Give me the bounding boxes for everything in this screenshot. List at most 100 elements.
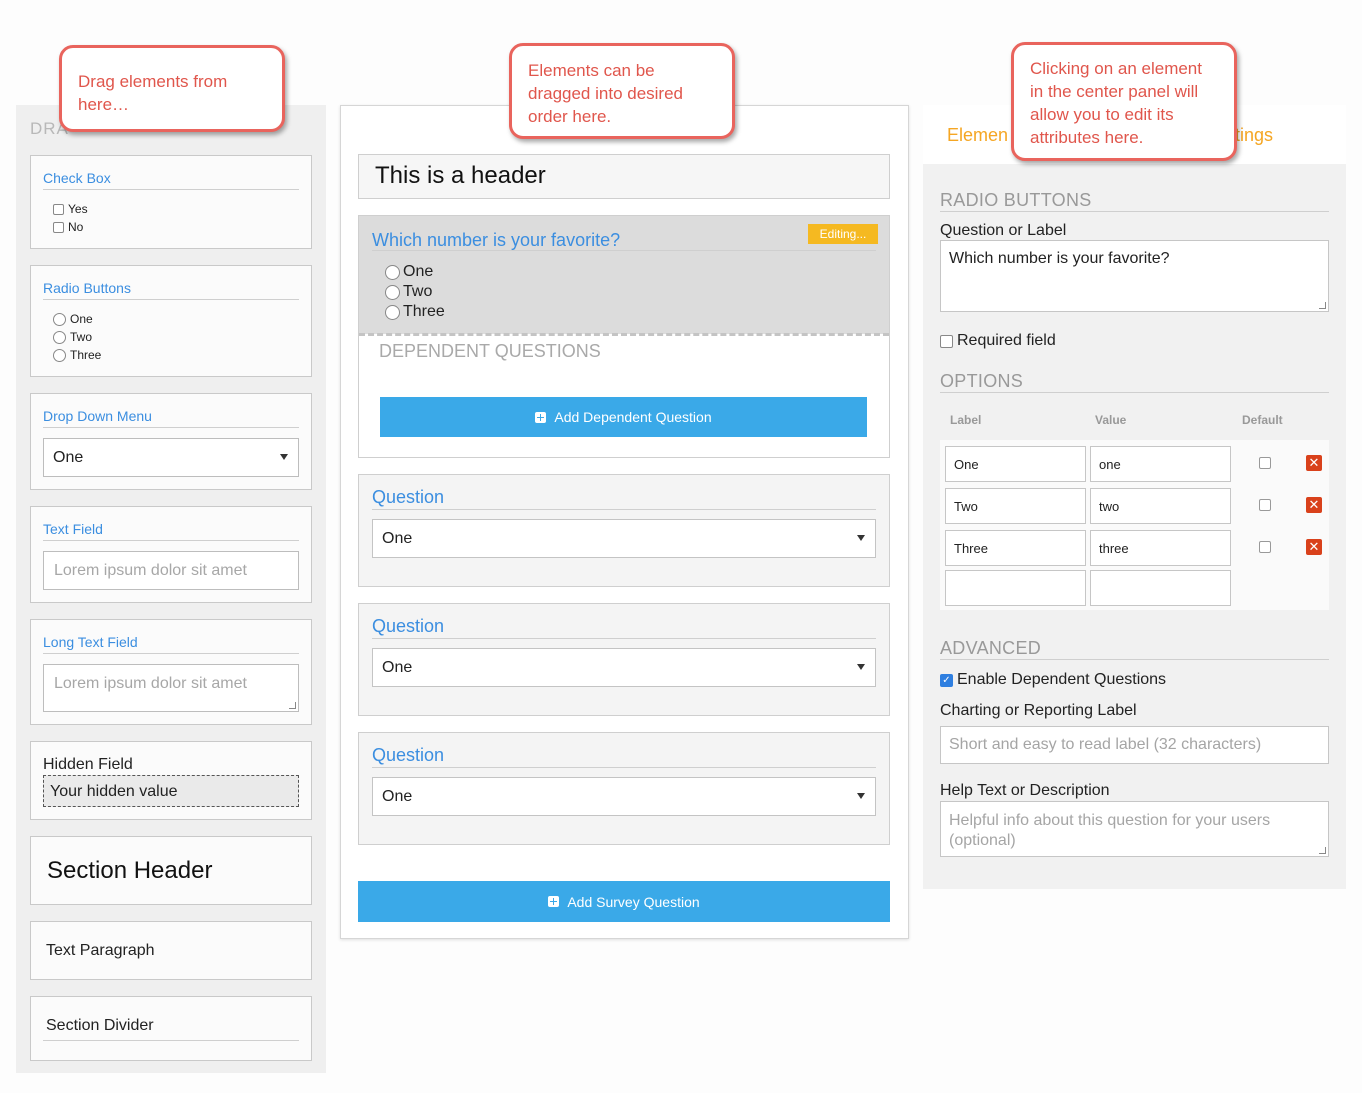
radio-option: One [385,263,433,281]
add-survey-question-button[interactable]: Add Survey Question [358,881,890,922]
close-x-icon[interactable]: ✕ [1306,539,1322,555]
palette-checkbox-element[interactable]: Check Box Yes No [30,155,312,249]
option-value-input[interactable]: one [1090,446,1231,482]
tab-elements[interactable]: Elemen [947,125,1008,146]
enable-dependent-row[interactable]: ✓ Enable Dependent Questions [940,671,1166,689]
option-label-input[interactable]: One [945,446,1086,482]
form-canvas: This is a header Which number is your fa… [340,105,909,939]
callout-drag-elements: Drag elements from here… [59,45,285,132]
question-dropdown[interactable]: One [372,777,876,816]
palette-radio-element[interactable]: Radio Buttons One Two Three [30,265,312,377]
palette-dropdown-element[interactable]: Drop Down Menu One [30,393,312,490]
tab-settings[interactable]: tings [1235,125,1273,146]
section-divider-label: Section Divider [46,1017,154,1034]
callout-edit-attributes: Clicking on an element in the center pan… [1011,42,1237,161]
close-x-icon[interactable]: ✕ [1306,497,1322,513]
required-field-row[interactable]: Required field [940,332,1056,350]
settings-section-title: RADIO BUTTONS [940,190,1092,210]
help-text-placeholder: Helpful info about this question for you… [949,812,1271,849]
option-label-input[interactable]: Three [945,530,1086,566]
section-header-label: Section Header [47,857,213,884]
divider [372,767,876,768]
close-x-icon[interactable]: ✕ [1306,455,1322,471]
divider [43,1040,299,1041]
radio-option: Three [53,348,101,362]
help-text-caption: Help Text or Description [940,782,1110,799]
plus-square-icon [535,411,547,423]
palette-hidden-element[interactable]: Hidden Field Your hidden value [30,741,312,820]
radio-icon [385,284,400,300]
editing-question-element[interactable]: Which number is your favorite? Editing..… [358,215,890,458]
resize-handle-icon [1319,302,1326,309]
settings-body: RADIO BUTTONS Question or Label Which nu… [923,164,1346,889]
radio-card-title: Radio Buttons [43,280,131,296]
palette-section-header-element[interactable]: Section Header [30,836,312,905]
form-header-element[interactable]: This is a header [358,154,890,199]
add-dependent-question-button[interactable]: Add Dependent Question [380,397,867,437]
question-label-textarea[interactable]: Which number is your favorite? [940,240,1329,312]
radio-option: One [53,312,93,326]
caret-down-icon [857,664,865,670]
option-value-input[interactable] [1090,570,1231,606]
radio-option: Three [385,303,445,321]
radio-option-label: Two [70,330,93,344]
divider [43,189,299,190]
option-label-input[interactable]: Two [945,488,1086,524]
divider [940,392,1329,393]
palette-text-paragraph-element[interactable]: Text Paragraph [30,921,312,980]
palette-longtext-element[interactable]: Long Text Field Lorem ipsum dolor sit am… [30,619,312,725]
divider [372,638,876,639]
textfield-card-title: Text Field [43,521,103,537]
options-header-label: Label [950,413,982,427]
resize-handle-icon [1319,847,1326,854]
question-dropdown[interactable]: One [372,519,876,558]
options-section-title: OPTIONS [940,371,1024,391]
option-default-checkbox[interactable] [1259,457,1271,469]
dropdown-preview: One [43,438,299,477]
elements-palette: DRA Check Box Yes No Radio Buttons One T… [16,105,326,1073]
checkmark-icon[interactable]: ✓ [940,673,953,687]
divider [372,250,876,251]
dependent-questions-label: DEPENDENT QUESTIONS [379,341,601,361]
option-value-input[interactable]: two [1090,488,1231,524]
longtext-placeholder: Lorem ipsum dolor sit amet [54,675,247,692]
hidden-card-title: Hidden Field [43,756,133,773]
dropdown-card-title: Drop Down Menu [43,408,152,424]
question-element[interactable]: Question One [358,474,890,587]
question-label-caption: Question or Label [940,222,1067,239]
settings-panel: Elemen tings RADIO BUTTONS Question or L… [923,105,1346,889]
text-paragraph-label: Text Paragraph [46,942,155,959]
option-default-checkbox[interactable] [1259,541,1271,553]
question-dropdown[interactable]: One [372,648,876,687]
question-element[interactable]: Question One [358,603,890,716]
palette-textfield-element[interactable]: Text Field Lorem ipsum dolor sit amet [30,506,312,603]
divider [372,509,876,510]
option-label-input[interactable] [945,570,1086,606]
dropdown-value: One [382,530,413,547]
required-checkbox[interactable] [940,334,953,348]
plus-square-icon [548,896,560,907]
dropdown-value: One [53,449,84,466]
options-header-value: Value [1095,413,1127,427]
dropdown-value: One [382,788,413,805]
editing-question-title: Which number is your favorite? [372,230,621,250]
palette-section-divider-element[interactable]: Section Divider [30,996,312,1061]
charting-label-caption: Charting or Reporting Label [940,702,1137,719]
help-text-textarea[interactable]: Helpful info about this question for you… [940,801,1329,857]
radio-icon [53,312,66,326]
radio-option: Two [385,283,432,301]
divider [43,299,299,300]
option-default-checkbox[interactable] [1259,499,1271,511]
option-value-input[interactable]: three [1090,530,1231,566]
options-table: Label Value Default One one ✕ Two two ✕ … [940,402,1329,610]
charting-label-input[interactable]: Short and easy to read label (32 charact… [940,726,1329,764]
question-title: Question [372,745,445,765]
form-header-text: This is a header [375,162,546,189]
add-survey-question-label: Add Survey Question [567,893,700,910]
question-element[interactable]: Question One [358,732,890,845]
radio-option-label: Three [403,303,445,320]
checkbox-icon [53,221,64,233]
dependent-divider [359,333,889,336]
radio-option: Two [53,330,92,344]
longtext-preview: Lorem ipsum dolor sit amet [43,664,299,712]
